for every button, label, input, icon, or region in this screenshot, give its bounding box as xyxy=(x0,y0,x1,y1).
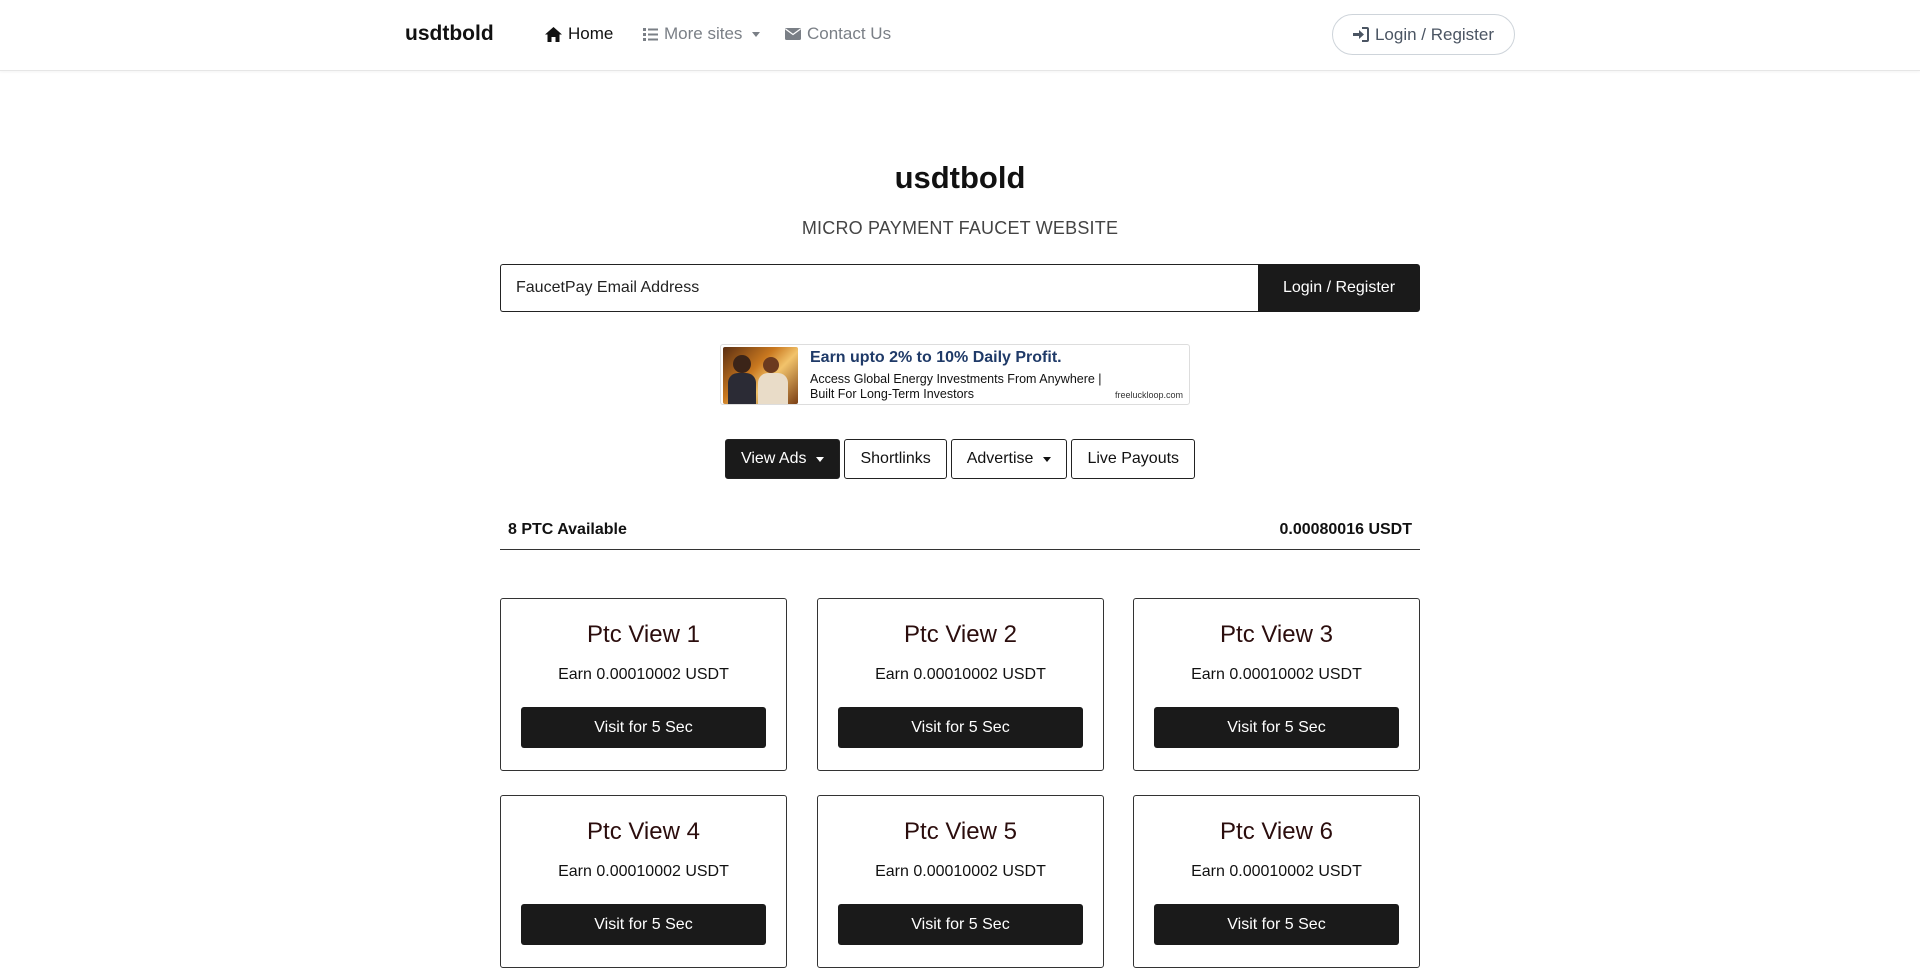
tab-view-ads[interactable]: View Ads xyxy=(724,439,841,479)
brand-logo[interactable]: usdtbold xyxy=(405,22,494,46)
ptc-card: Ptc View 5 Earn 0.00010002 USDT Visit fo… xyxy=(817,795,1104,968)
list-icon xyxy=(643,27,658,41)
tab-shortlinks[interactable]: Shortlinks xyxy=(844,439,947,479)
top-navbar: usdtbold Home More sites Contact Us Logi… xyxy=(0,0,1920,71)
email-input[interactable] xyxy=(500,264,1258,312)
ptc-card-title: Ptc View 5 xyxy=(904,818,1017,845)
page-title: usdtbold xyxy=(894,160,1026,195)
tab-view-ads-label: View Ads xyxy=(740,450,807,467)
chevron-down-icon xyxy=(752,31,761,37)
visit-button[interactable]: Visit for 5 Sec xyxy=(838,707,1083,748)
ad-title: Earn upto 2% to 10% Daily Profit. xyxy=(810,349,1062,366)
nav-more-sites[interactable]: More sites xyxy=(643,24,761,44)
chevron-down-icon xyxy=(816,456,825,462)
ptc-card: Ptc View 3 Earn 0.00010002 USDT Visit fo… xyxy=(1133,598,1420,771)
ptc-card-title: Ptc View 2 xyxy=(904,621,1017,648)
ad-image xyxy=(723,347,798,404)
nav-login-register-button[interactable]: Login / Register xyxy=(1332,14,1515,55)
ptc-card-reward: Earn 0.00010002 USDT xyxy=(1191,666,1362,683)
ptc-card: Ptc View 6 Earn 0.00010002 USDT Visit fo… xyxy=(1133,795,1420,968)
tab-live-payouts[interactable]: Live Payouts xyxy=(1071,439,1196,479)
login-register-button[interactable]: Login / Register xyxy=(1258,264,1420,312)
ptc-card: Ptc View 1 Earn 0.00010002 USDT Visit fo… xyxy=(500,598,787,771)
tab-shortlinks-label: Shortlinks xyxy=(860,450,931,467)
home-icon xyxy=(545,26,562,42)
tab-bar: View Ads Shortlinks Advertise Live Payou… xyxy=(0,439,1920,479)
ad-banner[interactable]: Earn upto 2% to 10% Daily Profit. Access… xyxy=(720,344,1190,405)
ptc-card-reward: Earn 0.00010002 USDT xyxy=(875,863,1046,880)
tab-advertise[interactable]: Advertise xyxy=(950,439,1068,479)
ptc-card-reward: Earn 0.00010002 USDT xyxy=(875,666,1046,683)
ptc-card-reward: Earn 0.00010002 USDT xyxy=(558,863,729,880)
ptc-card: Ptc View 4 Earn 0.00010002 USDT Visit fo… xyxy=(500,795,787,968)
ptc-total-reward: 0.00080016 USDT xyxy=(1279,521,1412,538)
visit-button[interactable]: Visit for 5 Sec xyxy=(521,707,766,748)
ptc-card-title: Ptc View 1 xyxy=(587,621,700,648)
chevron-down-icon xyxy=(1043,456,1052,462)
ad-domain: freeluckloop.com xyxy=(1114,390,1183,400)
nav-more-sites-label: More sites xyxy=(664,24,743,43)
page-subtitle: MICRO PAYMENT FAUCET WEBSITE xyxy=(801,218,1119,238)
ptc-summary: 8 PTC Available 0.00080016 USDT xyxy=(500,513,1420,550)
ptc-card-reward: Earn 0.00010002 USDT xyxy=(558,666,729,683)
envelope-icon xyxy=(785,28,801,40)
ptc-card-title: Ptc View 4 xyxy=(587,818,700,845)
nav-login-label: Login / Register xyxy=(1374,24,1495,44)
ptc-available-count: 8 PTC Available xyxy=(508,521,627,538)
ad-description: Access Global Energy Investments From An… xyxy=(810,372,1102,401)
tab-live-payouts-label: Live Payouts xyxy=(1087,450,1180,467)
nav-contact-label: Contact Us xyxy=(807,24,892,43)
login-form: Login / Register xyxy=(500,264,1420,312)
ptc-card-title: Ptc View 6 xyxy=(1220,818,1333,845)
visit-button[interactable]: Visit for 5 Sec xyxy=(1154,707,1399,748)
nav-home[interactable]: Home xyxy=(545,24,613,44)
nav-home-label: Home xyxy=(568,24,614,43)
tab-advertise-label: Advertise xyxy=(966,450,1034,467)
ptc-card: Ptc View 2 Earn 0.00010002 USDT Visit fo… xyxy=(817,598,1104,771)
ptc-card-reward: Earn 0.00010002 USDT xyxy=(1191,863,1362,880)
ptc-card-title: Ptc View 3 xyxy=(1220,621,1333,648)
sign-in-icon xyxy=(1352,27,1369,42)
nav-contact[interactable]: Contact Us xyxy=(785,24,891,44)
